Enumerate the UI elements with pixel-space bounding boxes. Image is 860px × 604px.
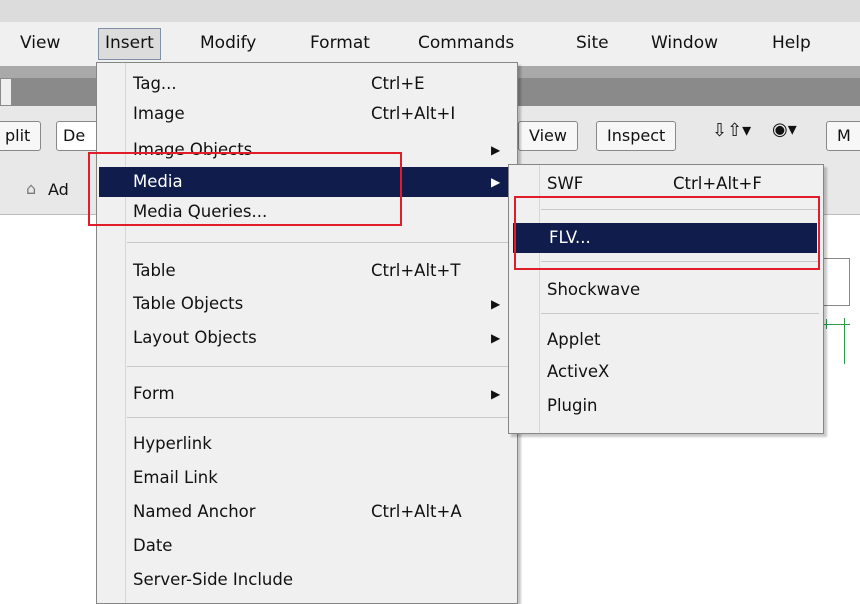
menu-help[interactable]: Help — [766, 28, 817, 58]
menu-separator — [127, 366, 513, 367]
submenu-item-label: Plugin — [547, 396, 598, 415]
menu-commands[interactable]: Commands — [412, 28, 520, 58]
menu-item-label: Date — [133, 536, 173, 555]
menu-item-named-anchor[interactable]: Named Anchor Ctrl+Alt+A — [99, 497, 513, 527]
menubar: View Insert Modify Format Commands Site … — [0, 22, 860, 66]
menu-item-label: Layout Objects — [133, 328, 257, 347]
design-view-button[interactable]: De — [56, 121, 100, 151]
menu-site[interactable]: Site — [570, 28, 615, 58]
menu-item-hyperlink[interactable]: Hyperlink — [99, 429, 513, 459]
submenu-item-label: Shockwave — [547, 280, 641, 299]
inspect-button[interactable]: Inspect — [596, 121, 677, 151]
menu-item-label: Hyperlink — [133, 434, 212, 453]
menu-item-date[interactable]: Date — [99, 531, 513, 561]
menu-item-label: Form — [133, 384, 175, 403]
submenu-item-activex[interactable]: ActiveX — [511, 357, 819, 387]
menu-separator — [127, 417, 513, 418]
menu-item-label: Table — [133, 261, 176, 280]
insert-menu: Tag... Ctrl+E Image Ctrl+Alt+I Image Obj… — [96, 62, 518, 604]
menu-item-label: Image — [133, 104, 185, 123]
submenu-item-plugin[interactable]: Plugin — [511, 391, 819, 421]
submenu-item-shockwave[interactable]: Shockwave — [511, 275, 819, 305]
menu-item-shortcut: Ctrl+Alt+T — [371, 261, 461, 280]
live-view-button[interactable]: View — [518, 121, 578, 151]
ruler-guide-tick — [826, 319, 827, 329]
menu-format[interactable]: Format — [304, 28, 376, 58]
submenu-item-label: SWF — [547, 174, 584, 193]
submenu-separator — [541, 313, 819, 314]
menu-item-layout-objects[interactable]: Layout Objects ▶ — [99, 323, 513, 353]
multiscreen-button[interactable]: M — [826, 121, 860, 151]
menu-item-email-link[interactable]: Email Link — [99, 463, 513, 493]
menu-separator — [127, 242, 513, 243]
menu-insert[interactable]: Insert — [98, 28, 161, 60]
triangle-right-icon: ▶ — [491, 175, 501, 189]
submenu-item-swf[interactable]: SWF Ctrl+Alt+F — [511, 169, 819, 199]
menu-item-tag[interactable]: Tag... Ctrl+E — [99, 69, 513, 99]
triangle-right-icon: ▶ — [491, 331, 501, 345]
title-bar-strip — [0, 0, 860, 22]
menu-item-shortcut: Ctrl+E — [371, 74, 425, 93]
menu-item-shortcut: Ctrl+Alt+I — [371, 104, 456, 123]
menu-item-label: Tag... — [133, 74, 177, 93]
submenu-item-label: ActiveX — [547, 362, 610, 381]
split-view-button[interactable]: plit — [0, 121, 42, 151]
menu-item-label: Named Anchor — [133, 502, 256, 521]
menu-view[interactable]: View — [14, 28, 66, 58]
menu-item-label: Server-Side Include — [133, 570, 293, 589]
menu-item-label: Email Link — [133, 468, 218, 487]
menu-window[interactable]: Window — [645, 28, 724, 58]
home-icon[interactable]: ⌂ — [26, 179, 36, 198]
arrows-updown-icon[interactable]: ⇩⇧▾ — [712, 120, 751, 141]
ruler-guide-vertical — [844, 318, 845, 364]
ruler-guide — [820, 324, 850, 325]
menu-item-image[interactable]: Image Ctrl+Alt+I — [99, 99, 513, 129]
menu-item-table-objects[interactable]: Table Objects ▶ — [99, 289, 513, 319]
globe-icon[interactable]: ◉▾ — [772, 119, 797, 140]
triangle-right-icon: ▶ — [491, 143, 501, 157]
menu-item-form[interactable]: Form ▶ — [99, 379, 513, 409]
menu-item-table[interactable]: Table Ctrl+Alt+T — [99, 256, 513, 286]
address-label: Ad — [48, 180, 69, 199]
menu-item-shortcut: Ctrl+Alt+A — [371, 502, 462, 521]
menu-item-label: Table Objects — [133, 294, 244, 313]
annotation-box-flv — [514, 196, 820, 270]
menu-modify[interactable]: Modify — [194, 28, 262, 58]
triangle-right-icon: ▶ — [491, 297, 501, 311]
triangle-right-icon: ▶ — [491, 387, 501, 401]
submenu-item-label: Applet — [547, 330, 601, 349]
submenu-item-applet[interactable]: Applet — [511, 325, 819, 355]
annotation-box-media — [88, 152, 402, 226]
menu-item-server-side-include[interactable]: Server-Side Include — [99, 565, 513, 595]
document-tab[interactable] — [0, 78, 12, 106]
submenu-item-shortcut: Ctrl+Alt+F — [673, 174, 762, 193]
